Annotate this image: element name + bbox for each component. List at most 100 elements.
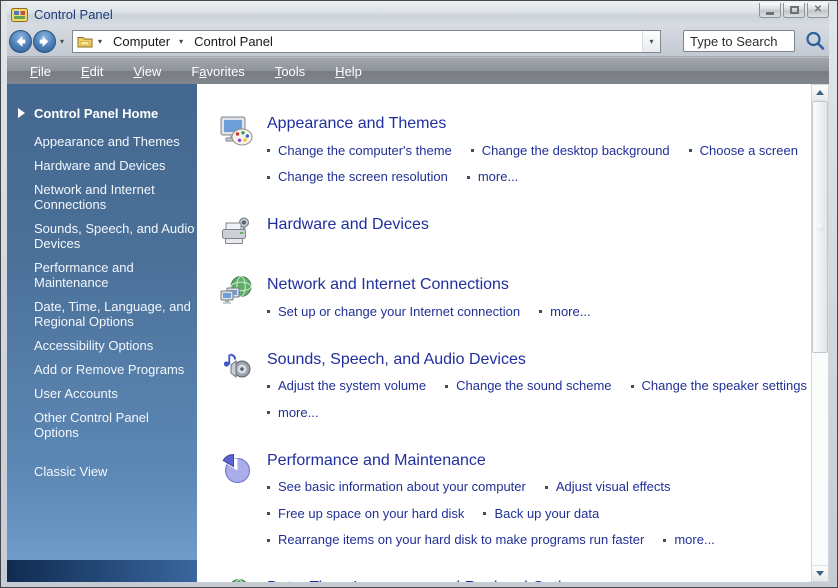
search-box[interactable] — [683, 30, 795, 52]
scrollbar-grip-icon — [816, 223, 824, 231]
task-link-item: Free up space on your hard disk — [267, 502, 464, 526]
search-input[interactable] — [684, 31, 794, 51]
sidebar-item-control-panel-home[interactable]: Control Panel Home — [7, 106, 197, 121]
task-link-row: Rearrange items on your hard disk to mak… — [267, 526, 734, 553]
scrollbar-track[interactable] — [812, 101, 828, 565]
task-link[interactable]: Change the screen resolution — [278, 165, 448, 189]
selected-arrow-icon — [18, 108, 25, 118]
performance-icon[interactable] — [219, 451, 255, 485]
scrollbar-up-button[interactable] — [812, 85, 828, 101]
scroll-up-icon — [816, 90, 824, 95]
sidebar-item-date-time-language-and-regional-options[interactable]: Date, Time, Language, and Regional Optio… — [7, 299, 195, 329]
task-link-item: more... — [539, 300, 591, 324]
close-button[interactable]: ✕ — [807, 3, 829, 18]
minimize-button[interactable] — [759, 3, 781, 18]
menu-tools[interactable]: Tools — [260, 64, 320, 79]
task-link-row: Adjust the system volume Change the sound… — [267, 372, 811, 399]
task-link[interactable]: See basic information about your compute… — [278, 475, 526, 499]
category-title[interactable]: Date, Time, Language, and Regional Optio… — [267, 579, 756, 582]
task-link[interactable]: Free up space on your hard disk — [278, 502, 464, 526]
network-icon[interactable] — [219, 275, 255, 309]
category-body: Date, Time, Language, and Regional Optio… — [267, 578, 756, 582]
control-panel-window: Control Panel ✕ ▾ ▾ Computer ▾ Control P… — [0, 0, 838, 588]
window-title: Control Panel — [34, 7, 113, 22]
datetime-icon[interactable] — [219, 578, 255, 582]
forward-button[interactable] — [33, 29, 56, 53]
menu-view[interactable]: View — [118, 64, 176, 79]
navigation-toolbar: ▾ ▾ Computer ▾ Control Panel ▾ — [7, 26, 829, 57]
breadcrumb-separator-icon[interactable]: ▾ — [179, 37, 183, 46]
bullet-icon — [688, 149, 692, 152]
category-title[interactable]: Network and Internet Connections — [267, 276, 610, 294]
menu-file[interactable]: File — [15, 64, 66, 79]
task-link[interactable]: Change the sound scheme — [456, 374, 611, 398]
task-link-row: Free up space on your hard disk Back up y… — [267, 499, 734, 526]
bullet-icon — [539, 310, 543, 313]
bullet-icon — [544, 485, 548, 489]
scrollbar-down-button[interactable] — [812, 565, 828, 581]
category-title[interactable]: Performance and Maintenance — [267, 452, 734, 470]
bullet-icon — [267, 175, 270, 179]
appearance-icon[interactable] — [219, 114, 255, 148]
sounds-icon[interactable] — [219, 350, 255, 384]
sidebar-item-hardware-and-devices[interactable]: Hardware and Devices — [7, 158, 195, 173]
sidebar-item-other-control-panel-options[interactable]: Other Control Panel Options — [7, 410, 195, 440]
task-link[interactable]: Rearrange items on your hard disk to mak… — [278, 528, 644, 552]
category-title[interactable]: Hardware and Devices — [267, 216, 429, 234]
magnifier-icon[interactable] — [803, 29, 827, 53]
sidebar-item-accessibility-options[interactable]: Accessibility Options — [7, 338, 195, 353]
address-history-dropdown[interactable]: ▾ — [642, 30, 660, 52]
task-link[interactable]: Change the speaker settings — [642, 374, 808, 398]
address-bar[interactable]: ▾ Computer ▾ Control Panel ▾ — [72, 29, 661, 53]
bullet-icon — [267, 310, 270, 313]
breadcrumb-control-panel[interactable]: Control Panel — [190, 34, 277, 49]
task-link-item: more... — [267, 401, 318, 425]
address-icon-dropdown[interactable]: ▾ — [98, 37, 102, 46]
breadcrumb-computer[interactable]: Computer — [109, 34, 174, 49]
task-link[interactable]: Back up your data — [494, 502, 599, 526]
sidebar-item-add-or-remove-programs[interactable]: Add or Remove Programs — [7, 362, 195, 377]
task-link[interactable]: Adjust visual effects — [556, 475, 671, 499]
task-link[interactable]: more... — [674, 528, 714, 552]
menu-favorites[interactable]: Favorites — [176, 64, 259, 79]
recent-pages-dropdown[interactable]: ▾ — [60, 37, 64, 46]
task-link-item: See basic information about your compute… — [267, 475, 526, 499]
vertical-scrollbar[interactable] — [811, 84, 829, 582]
maximize-button[interactable] — [783, 3, 805, 18]
task-link[interactable]: Adjust the system volume — [278, 374, 426, 398]
control-panel-icon — [11, 7, 28, 22]
task-link[interactable]: Change the desktop background — [482, 139, 670, 163]
sidebar-item-classic-view[interactable]: Classic View — [7, 464, 195, 479]
menu-help[interactable]: Help — [320, 64, 377, 79]
scrollbar-thumb[interactable] — [812, 101, 828, 353]
task-link-item: Change the desktop background — [470, 139, 670, 163]
category-title[interactable]: Sounds, Speech, and Audio Devices — [267, 351, 811, 369]
minimize-icon — [766, 11, 774, 15]
category-section: Appearance and Themes Change the computer… — [219, 114, 811, 189]
bullet-icon — [267, 512, 270, 515]
sidebar-item-performance-and-maintenance[interactable]: Performance and Maintenance — [7, 260, 195, 290]
forward-arrow-icon — [39, 35, 49, 47]
hardware-icon[interactable] — [219, 215, 255, 249]
task-link-row: Set up or change your Internet connectio… — [267, 297, 610, 324]
sidebar-item-appearance-and-themes[interactable]: Appearance and Themes — [7, 134, 195, 149]
category-body: Appearance and Themes Change the computer… — [267, 114, 811, 189]
back-button[interactable] — [9, 29, 32, 53]
task-link[interactable]: more... — [278, 401, 318, 425]
task-link[interactable]: more... — [478, 165, 518, 189]
menu-edit[interactable]: Edit — [66, 64, 118, 79]
sidebar-item-network-and-internet-connections[interactable]: Network and Internet Connections — [7, 182, 195, 212]
sidebar-item-sounds-speech-and-audio-devices[interactable]: Sounds, Speech, and Audio Devices — [7, 221, 195, 251]
task-link[interactable]: Change the computer's theme — [278, 139, 452, 163]
bullet-icon — [267, 485, 270, 489]
task-link[interactable]: Choose a screen — [700, 139, 798, 163]
task-link-row: Change the computer's theme Change the de… — [267, 136, 811, 163]
sidebar-item-user-accounts[interactable]: User Accounts — [7, 386, 195, 401]
task-sidebar: Control Panel Home Appearance and Themes… — [7, 84, 197, 582]
task-link-item: Change the screen resolution — [267, 165, 448, 189]
menu-bar: File Edit View Favorites Tools Help — [7, 57, 829, 84]
task-link[interactable]: more... — [550, 300, 590, 324]
category-title[interactable]: Appearance and Themes — [267, 115, 811, 133]
task-link[interactable]: Set up or change your Internet connectio… — [278, 300, 520, 324]
task-link-row: See basic information about your compute… — [267, 473, 734, 500]
